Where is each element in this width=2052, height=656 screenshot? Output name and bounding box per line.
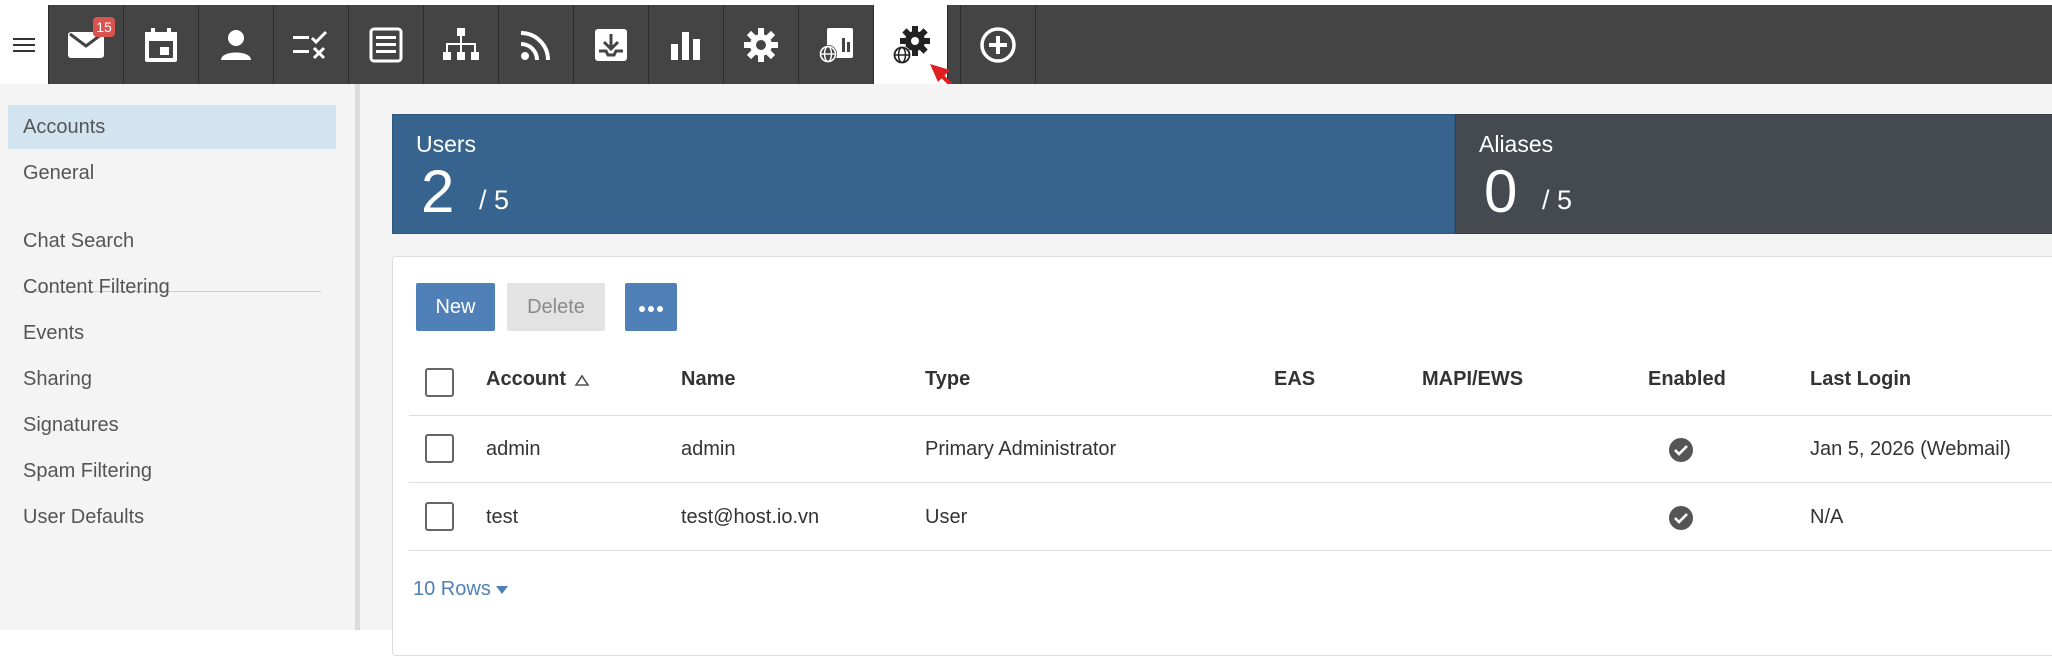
table-cell-last-login: Jan 5, 2026 (Webmail) xyxy=(1810,438,2011,460)
column-header-last-login[interactable]: Last Login xyxy=(1810,368,1911,391)
users-stat-value: 2 xyxy=(421,158,455,225)
column-header-mapi-ews[interactable]: MAPI/EWS xyxy=(1422,368,1523,391)
toolbar-sitemap-button[interactable] xyxy=(423,5,498,84)
rows-per-page-label: 10 Rows xyxy=(413,578,491,600)
toolbar-calendar-button[interactable] xyxy=(123,5,198,84)
sidebar-item-sharing[interactable]: Sharing xyxy=(8,357,336,401)
top-toolbar: 15 xyxy=(0,0,2052,84)
column-header-account[interactable]: Account xyxy=(486,368,590,391)
table-cell-name: admin xyxy=(681,438,736,460)
sort-ascending-icon xyxy=(574,374,590,386)
tasks-icon xyxy=(293,30,328,59)
toolbar-download-button[interactable] xyxy=(573,5,648,84)
column-header-type[interactable]: Type xyxy=(925,368,970,391)
enabled-check-icon xyxy=(1669,506,1693,530)
toolbar-reports-button[interactable] xyxy=(648,5,723,84)
toolbar-settings-button[interactable] xyxy=(723,5,798,84)
column-header-name[interactable]: Name xyxy=(681,368,735,391)
gear-icon xyxy=(744,27,778,62)
sidebar-item-events[interactable]: Events xyxy=(8,311,336,355)
ellipsis-icon xyxy=(639,306,663,312)
column-header-enabled[interactable]: Enabled xyxy=(1648,368,1726,391)
more-actions-button[interactable] xyxy=(625,283,677,331)
sidebar-item-user-defaults[interactable]: User Defaults xyxy=(8,495,336,539)
calendar-icon xyxy=(145,27,177,62)
toolbar-notes-button[interactable] xyxy=(348,5,423,84)
select-all-checkbox[interactable] xyxy=(425,368,454,397)
sidebar-item-chat-search[interactable]: Chat Search xyxy=(8,219,336,263)
hamburger-icon xyxy=(13,37,35,52)
inbox-download-icon xyxy=(595,28,627,61)
toolbar-rss-button[interactable] xyxy=(498,5,573,84)
sitemap-icon xyxy=(443,27,479,60)
toolbar-domain-reports-button[interactable] xyxy=(798,5,873,84)
sidebar: Accounts General Chat Search Content Fil… xyxy=(0,84,356,630)
users-stat-label: Users xyxy=(416,131,477,157)
table-divider xyxy=(409,482,2052,483)
row-checkbox[interactable] xyxy=(425,434,454,463)
column-header-eas[interactable]: EAS xyxy=(1274,368,1315,391)
toolbar-mail-button[interactable]: 15 xyxy=(48,5,123,84)
table-cell-account[interactable]: admin xyxy=(486,438,540,461)
domain-reports-icon xyxy=(819,27,853,63)
toolbar-tasks-button[interactable] xyxy=(273,5,348,84)
hamburger-menu-button[interactable] xyxy=(0,5,48,84)
aliases-stat-value: 0 xyxy=(1484,158,1518,225)
rss-icon xyxy=(520,30,550,60)
toolbar-divider xyxy=(1035,5,1036,84)
accounts-panel: New Delete Account Name Type EAS MAPI/EW… xyxy=(392,256,2052,656)
person-icon xyxy=(221,29,251,60)
aliases-stat-total: / 5 xyxy=(1542,185,1573,215)
table-cell-type: Primary Administrator xyxy=(925,438,1117,460)
main-content: Users 2 / 5 Aliases 0 / 5 New Delete Acc… xyxy=(360,84,2052,656)
table-cell-account[interactable]: test xyxy=(486,506,518,529)
toolbar-contacts-button[interactable] xyxy=(198,5,273,84)
sidebar-item-general[interactable]: General xyxy=(8,151,336,195)
table-divider xyxy=(409,550,2052,551)
rows-per-page-dropdown[interactable]: 10 Rows xyxy=(413,578,509,601)
users-stat-card[interactable]: Users 2 / 5 xyxy=(392,114,1455,234)
caret-down-icon xyxy=(495,585,508,594)
aliases-stat-label: Aliases xyxy=(1479,131,1554,157)
notes-icon xyxy=(369,27,403,62)
aliases-stat-card[interactable]: Aliases 0 / 5 xyxy=(1455,114,2052,234)
sidebar-item-spam-filtering[interactable]: Spam Filtering xyxy=(8,449,336,493)
bar-chart-icon xyxy=(671,31,700,60)
users-stat-total: / 5 xyxy=(479,185,510,215)
delete-button: Delete xyxy=(507,283,605,331)
mail-unread-badge: 15 xyxy=(93,17,115,37)
column-header-account-label: Account xyxy=(486,368,566,390)
sidebar-item-accounts[interactable]: Accounts xyxy=(8,105,336,149)
table-cell-type: User xyxy=(925,506,968,528)
table-cell-last-login: N/A xyxy=(1810,506,1844,528)
sidebar-item-signatures[interactable]: Signatures xyxy=(8,403,336,447)
sidebar-item-content-filtering[interactable]: Content Filtering xyxy=(8,265,336,309)
table-cell-name: test@host.io.vn xyxy=(681,506,820,528)
new-button[interactable]: New xyxy=(416,283,495,331)
enabled-check-icon xyxy=(1669,438,1693,462)
table-divider xyxy=(409,415,2052,416)
row-checkbox[interactable] xyxy=(425,502,454,531)
